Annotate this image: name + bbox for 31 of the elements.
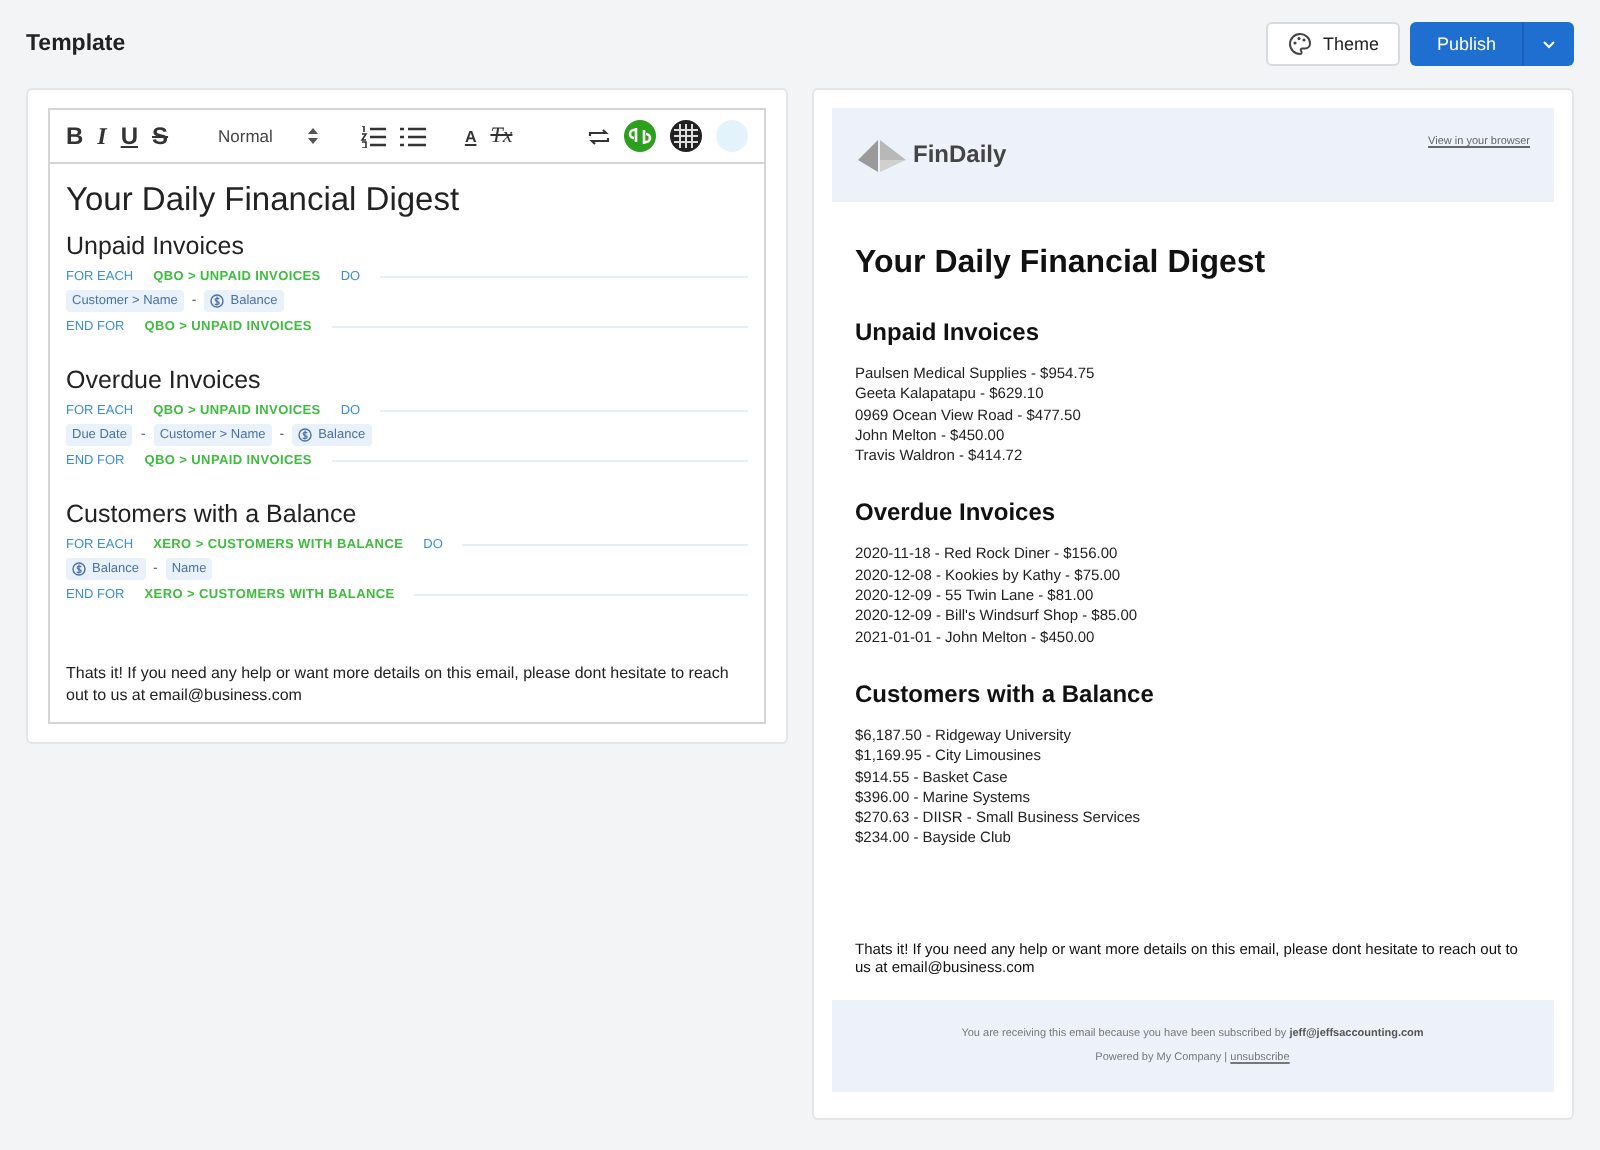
editor-heading: Your Daily Financial Digest: [66, 182, 462, 220]
strike-button[interactable]: S: [148, 122, 173, 150]
currency-icon: [210, 294, 225, 308]
checkered-logo-icon[interactable]: [669, 120, 701, 152]
format-select[interactable]: Normal: [206, 124, 331, 148]
text-color-button[interactable]: A: [460, 127, 481, 145]
section-heading: Overdue Invoices: [855, 498, 1058, 527]
currency-icon: [298, 428, 313, 442]
email-title: Your Daily Financial Digest: [855, 246, 1268, 282]
logo-icon: [857, 136, 905, 172]
sync-icon[interactable]: [587, 125, 609, 147]
ordered-list-icon[interactable]: [360, 125, 387, 147]
bold-button[interactable]: B: [62, 122, 88, 150]
editor-subheading: Overdue Invoices: [66, 366, 263, 394]
section-heading: Customers with a Balance: [855, 679, 1156, 708]
editor-subheading: Customers with a Balance: [66, 500, 359, 528]
clear-format-button[interactable]: Tx: [486, 124, 517, 148]
brand-name: FinDaily: [913, 140, 1007, 168]
editor-subheading: Unpaid Invoices: [66, 232, 246, 260]
bullet-list-icon[interactable]: [400, 125, 427, 147]
theme-button[interactable]: Theme: [1266, 22, 1401, 66]
publish-button[interactable]: Publish: [1410, 22, 1524, 66]
closing-paragraph: Thats it! If you need any help or want more details on this email, please dont hesitate to reach out to us at email@business.com: [66, 662, 731, 706]
section-heading: Unpaid Invoices: [855, 318, 1042, 346]
underline-button[interactable]: U: [116, 122, 143, 150]
palette-icon: [1288, 32, 1313, 56]
caret-icon: [1542, 39, 1556, 49]
select-arrows-icon: [308, 128, 319, 144]
currency-icon: [72, 562, 86, 576]
italic-button[interactable]: I: [93, 121, 111, 151]
page-title: Template: [26, 32, 126, 56]
